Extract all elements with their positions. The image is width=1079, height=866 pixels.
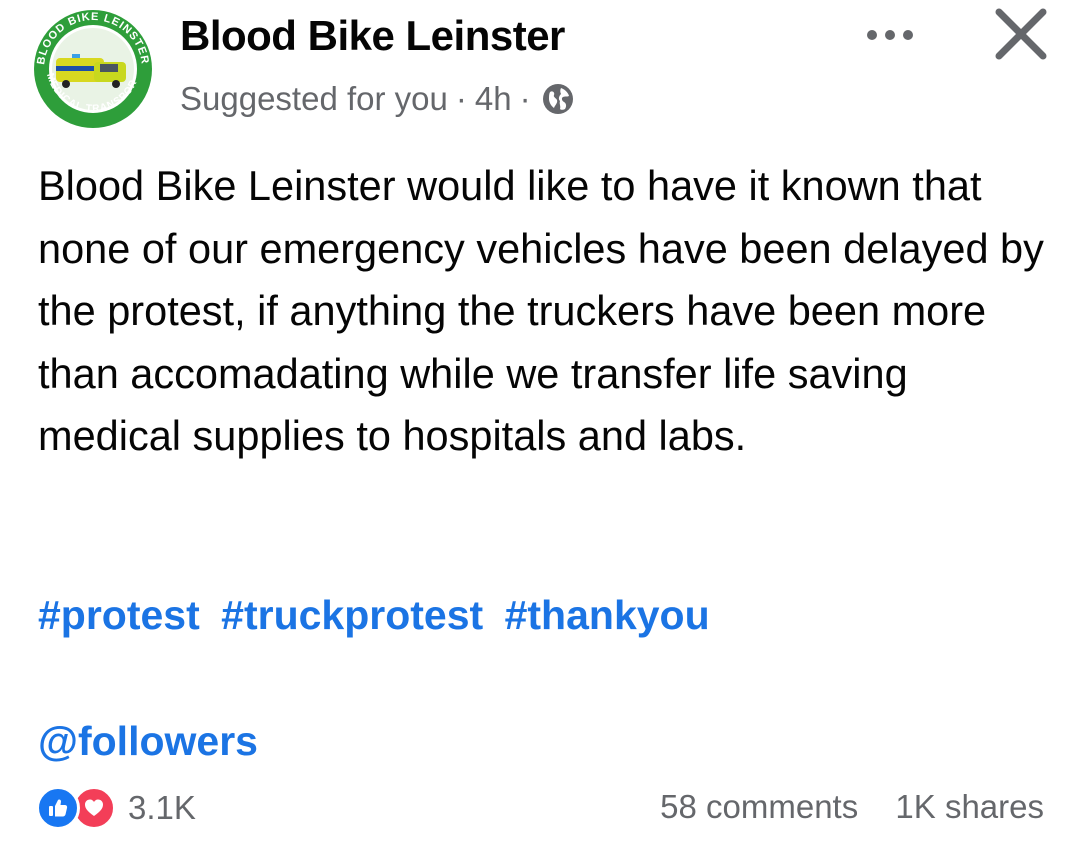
page-name-link[interactable]: Blood Bike Leinster	[180, 12, 565, 60]
page-avatar[interactable]: BLOOD BIKE LEINSTER MEDICAL TRANSPORT	[32, 8, 154, 130]
reaction-count: 3.1K	[128, 789, 196, 826]
like-reaction-icon	[36, 786, 80, 830]
globe-icon	[541, 82, 575, 116]
shares-count-link[interactable]: 1K shares	[895, 788, 1044, 825]
close-icon	[995, 8, 1047, 60]
post-time[interactable]: 4h	[475, 80, 512, 118]
more-options-dot	[885, 30, 895, 40]
close-button[interactable]	[985, 0, 1057, 72]
suggested-label: Suggested for you	[180, 80, 448, 117]
logo-image: BLOOD BIKE LEINSTER MEDICAL TRANSPORT	[32, 8, 152, 128]
post-meta: Suggested for you · 4h ·	[180, 80, 575, 118]
mention-link[interactable]: @followers	[38, 718, 258, 765]
reactions-summary[interactable]: 3.1K	[36, 786, 196, 830]
more-options-dot	[903, 30, 913, 40]
hashtag-link[interactable]: #thankyou	[505, 592, 710, 638]
post-body-text: Blood Bike Leinster would like to have i…	[38, 162, 1044, 459]
hashtag-link[interactable]: #protest	[38, 592, 200, 638]
post-card: BLOOD BIKE LEINSTER MEDICAL TRANSPORT Bl…	[0, 0, 1079, 866]
meta-separator: ·	[455, 80, 467, 117]
more-options-icon	[867, 30, 877, 40]
hashtag-list: #protest #truckprotest #thankyou	[38, 592, 720, 639]
comments-count-link[interactable]: 58 comments	[660, 788, 858, 825]
hashtag-link[interactable]: #truckprotest	[221, 592, 483, 638]
more-options-button[interactable]	[855, 18, 925, 52]
engagement-stats: 58 comments 1K shares	[660, 788, 1044, 826]
meta-separator: ·	[519, 80, 531, 117]
